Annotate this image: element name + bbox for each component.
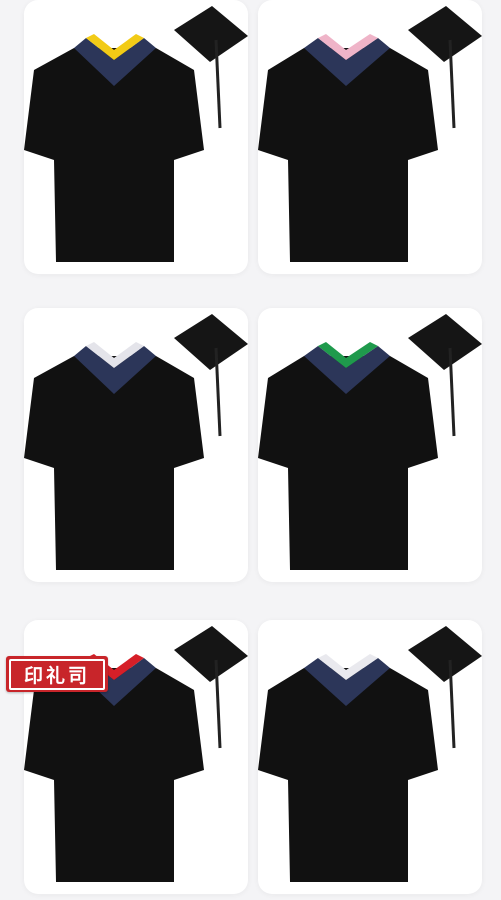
gown (258, 342, 438, 570)
brand-seal-text: 印礼司 (9, 658, 105, 690)
graduation-gown-image (24, 314, 248, 570)
graduation-gown-image (258, 6, 482, 262)
product-card[interactable] (258, 0, 482, 274)
product-card[interactable] (258, 620, 482, 894)
graduation-gown-image (258, 626, 482, 882)
product-card[interactable] (258, 308, 482, 582)
gown (258, 654, 438, 882)
brand-seal-logo: 印礼司 (6, 656, 108, 692)
product-card[interactable] (24, 0, 248, 274)
graduation-gown-image (24, 6, 248, 262)
gown (24, 34, 204, 262)
graduation-gown-image (258, 314, 482, 570)
gown (24, 342, 204, 570)
product-card[interactable] (24, 308, 248, 582)
gown (258, 34, 438, 262)
